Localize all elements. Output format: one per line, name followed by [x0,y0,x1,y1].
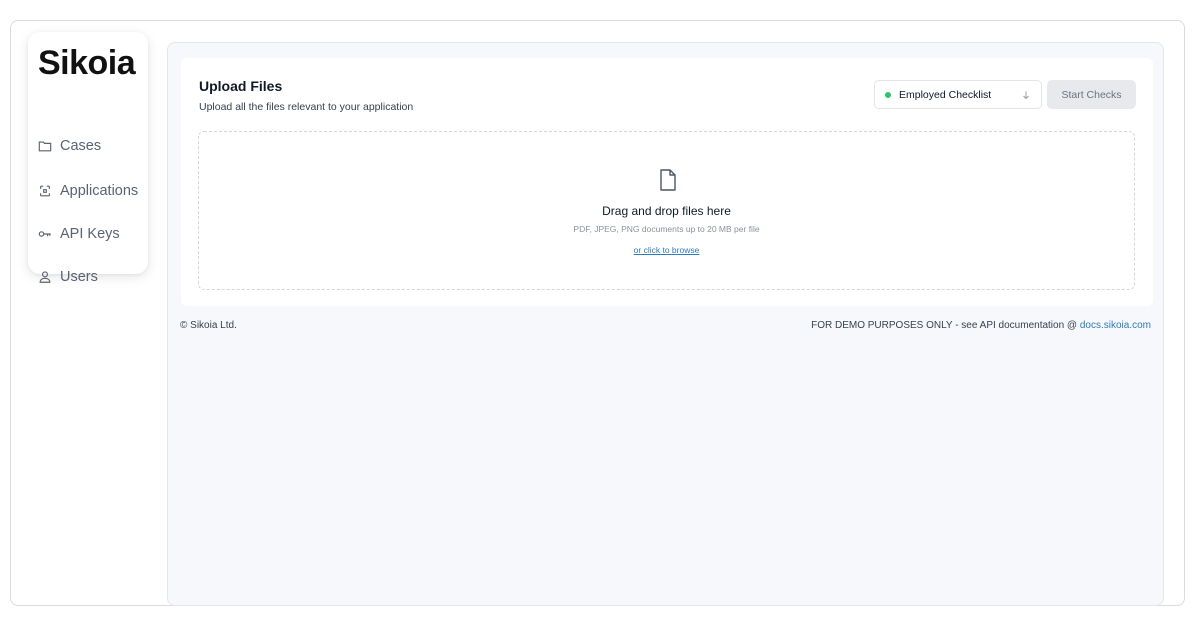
footer-demo-notice: FOR DEMO PURPOSES ONLY - see API documen… [811,320,1151,331]
sidebar-item-api-keys[interactable]: API Keys [38,226,120,242]
sidebar-item-label: Applications [60,183,139,199]
checklist-label: Employed Checklist [899,88,992,101]
checklist-select[interactable]: Employed Checklist [874,80,1042,109]
footer-demo-text: FOR DEMO PURPOSES ONLY - see API documen… [811,320,1080,331]
user-icon [39,271,51,283]
applications-icon [40,185,50,197]
upload-card: Upload Files Upload all the files releva… [181,58,1153,306]
sikoia-logo[interactable]: Sikoia [38,46,136,80]
browse-link[interactable]: or click to browse [634,245,700,255]
sidebar-item-cases[interactable]: Cases [38,138,101,154]
browse-link-wrap: or click to browse [199,240,1134,258]
main-content: Upload Files Upload all the files releva… [167,42,1164,606]
sidebar-item-applications[interactable]: Applications [38,183,138,199]
key-icon [38,231,51,237]
dropzone-title: Drag and drop files here [602,204,731,218]
folder-icon [38,141,52,152]
page-title: Upload Files [199,78,283,94]
arrow-down-icon [1023,91,1029,99]
sidebar-item-label: Users [60,269,98,285]
sidebar-item-label: Cases [60,138,102,154]
docs-link[interactable]: docs.sikoia.com [1080,320,1151,331]
sidebar-item-label: API Keys [60,226,120,242]
page-subtitle: Upload all the files relevant to your ap… [199,101,414,113]
sidebar: Sikoia Cases Applications API Keys Users [28,32,148,285]
dropzone-hint: PDF, JPEG, PNG documents up to 20 MB per… [573,224,760,234]
sidebar-item-users[interactable]: Users [38,269,98,285]
start-checks-button[interactable]: Start Checks [1047,80,1136,109]
status-dot [885,91,891,98]
file-icon [660,169,676,191]
file-dropzone[interactable]: Drag and drop files here PDF, JPEG, PNG … [198,131,1135,290]
footer-copyright: © Sikoia Ltd. [180,320,237,331]
